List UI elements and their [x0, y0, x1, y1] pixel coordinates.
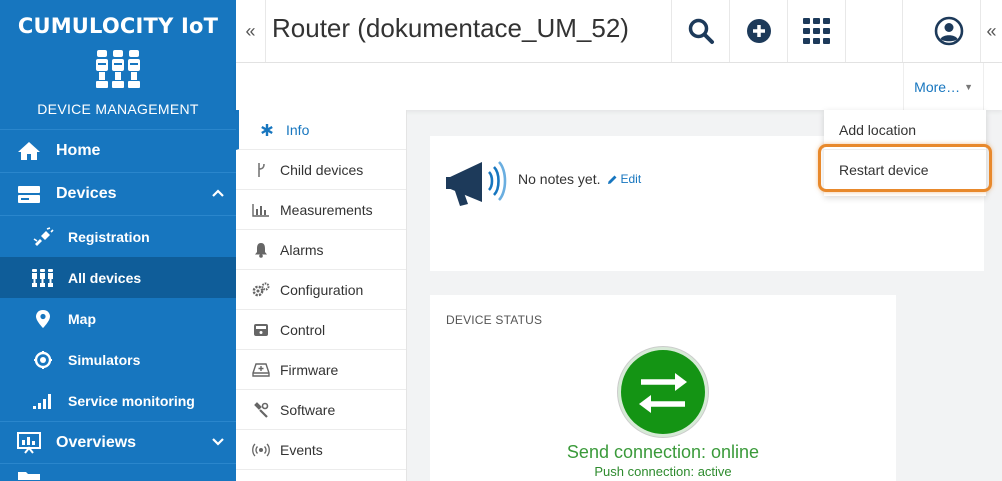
tab-label: Measurements [280, 201, 373, 218]
user-button[interactable] [920, 0, 978, 62]
edit-label: Edit [620, 172, 642, 186]
page-title: Router (dokumentace_UM_52) [272, 13, 629, 43]
exchange-arrows-icon [639, 373, 687, 413]
all-devices-icon [30, 267, 56, 289]
connection-status-indicator [618, 347, 708, 437]
brand: CUMULOCITY IoT DEVICE MANAGEMENT [0, 0, 236, 130]
events-icon [252, 443, 270, 457]
notes-text: No notes yet. Edit [518, 171, 641, 187]
collapse-sidebar-button[interactable]: « [236, 0, 266, 62]
megaphone-icon [446, 161, 507, 206]
sidebar-item-label: Service monitoring [68, 392, 195, 409]
pencil-icon [607, 175, 616, 184]
devices-icon [16, 183, 42, 205]
sidebar-item-label: Simulators [68, 351, 141, 368]
home-icon [16, 140, 42, 162]
sidebar-item-map[interactable]: Map [0, 298, 236, 339]
add-button[interactable] [729, 0, 787, 62]
header: « Router (dokumentace_UM_52) « [236, 0, 1002, 63]
tab-measurements[interactable]: Measurements [236, 190, 406, 230]
no-notes-label: No notes yet. [518, 171, 601, 187]
gears-icon [252, 282, 270, 298]
search-button[interactable] [671, 0, 729, 62]
tab-firmware[interactable]: Firmware [236, 350, 406, 390]
sidebar: CUMULOCITY IoT DEVICE MANAGEMENT Home De… [0, 0, 236, 481]
tab-control[interactable]: Control [236, 310, 406, 350]
child-devices-icon [252, 162, 270, 178]
sidebar-item-partial[interactable] [0, 464, 236, 481]
simulators-icon [30, 349, 56, 371]
spacer-button [845, 0, 903, 62]
sidebar-item-registration[interactable]: Registration [0, 216, 236, 257]
more-label: More… [914, 78, 961, 95]
tab-label: Events [280, 441, 323, 458]
collapse-right-panel-button[interactable]: « [980, 0, 1002, 62]
firmware-icon [252, 362, 270, 377]
tab-label: Child devices [280, 161, 364, 178]
tab-software[interactable]: Software [236, 390, 406, 430]
tab-label: Configuration [280, 281, 364, 298]
registration-icon [30, 226, 56, 248]
tab-configuration[interactable]: Configuration [236, 270, 406, 310]
grid-icon [802, 18, 830, 44]
user-icon [934, 16, 964, 46]
caret-down-icon: ▼ [964, 81, 973, 92]
send-connection-status: Send connection: online [566, 442, 760, 462]
device-management-logo-icon [96, 50, 140, 88]
asterisk-icon [258, 123, 276, 137]
control-icon [252, 323, 270, 337]
map-marker-icon [30, 308, 56, 330]
tab-events[interactable]: Events [236, 430, 406, 470]
sidebar-item-overviews[interactable]: Overviews [0, 421, 236, 464]
overviews-icon [16, 431, 42, 454]
brand-subtitle: DEVICE MANAGEMENT [37, 101, 199, 117]
sidebar-item-service-monitoring[interactable]: Service monitoring [0, 380, 236, 421]
sidebar-item-home[interactable]: Home [0, 130, 236, 173]
device-status-title: DEVICE STATUS [446, 313, 543, 327]
sidebar-item-label: Home [56, 142, 101, 159]
tab-label: Control [280, 321, 326, 338]
sidebar-item-devices[interactable]: Devices [0, 173, 236, 216]
folder-icon [16, 463, 42, 481]
brand-name: CUMULOCITY IoT [17, 14, 219, 38]
sidebar-item-label: All devices [68, 269, 142, 286]
signal-icon [30, 390, 56, 412]
sidebar-item-all-devices[interactable]: All devices [0, 257, 236, 298]
sidebar-item-label: Overviews [56, 433, 137, 451]
tab-label: Info [286, 121, 310, 138]
tab-alarms[interactable]: Alarms [236, 230, 406, 270]
edit-notes-link[interactable]: Edit [607, 172, 642, 186]
device-tabs: Info Child devices Measurements Alarms C… [236, 110, 407, 481]
tab-info[interactable]: Info [236, 110, 406, 150]
restart-device-highlight [818, 144, 992, 192]
tab-label: Alarms [280, 241, 324, 258]
software-icon [252, 401, 270, 418]
tab-label: Software [280, 401, 336, 418]
more-button[interactable]: More… ▼ [903, 63, 984, 110]
sidebar-item-label: Map [68, 310, 96, 327]
action-bar: More… ▼ [236, 63, 1002, 110]
chevron-down-icon [212, 437, 224, 449]
chevron-up-icon [212, 188, 224, 200]
sidebar-item-label: Registration [68, 228, 150, 245]
tab-label: Firmware [280, 361, 339, 378]
measurements-icon [252, 203, 270, 217]
tab-child-devices[interactable]: Child devices [236, 150, 406, 190]
sidebar-item-label: Devices [56, 185, 117, 202]
bell-icon [252, 242, 270, 258]
search-icon [688, 18, 714, 44]
push-connection-status: Push connection: active [594, 464, 732, 479]
plus-circle-icon [746, 19, 771, 43]
device-status-card: DEVICE STATUS Send connection: online Pu… [430, 295, 896, 481]
app-switcher-button[interactable] [787, 0, 845, 62]
sidebar-item-simulators[interactable]: Simulators [0, 339, 236, 380]
